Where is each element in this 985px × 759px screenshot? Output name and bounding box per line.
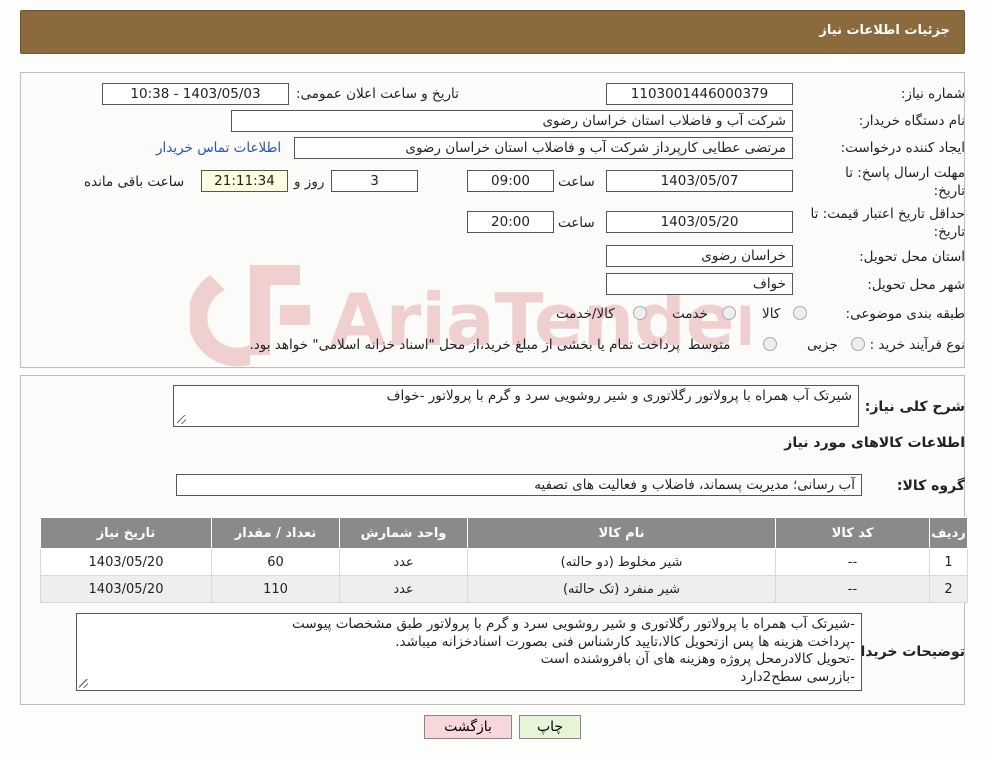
process-minor-label: جزیی (807, 337, 838, 353)
goods-code: -- (775, 575, 930, 603)
page-header: جزئیات اطلاعات نیاز (20, 10, 965, 54)
validity-label-1: حداقل تاریخ اعتبار قیمت: تا (810, 206, 965, 222)
validity-time-field: 20:00 (467, 211, 554, 233)
summary-label: شرح کلی نیاز: (864, 399, 965, 415)
goods-name: شیر مخلوط (دو حالته) (467, 548, 776, 576)
row-number: 1 (929, 548, 968, 576)
remaining-time-field: 21:11:34 (201, 170, 288, 192)
creator-field: مرتضی عطایی کارپرداز شرکت آب و فاضلاب اس… (294, 137, 793, 159)
announce-date-field: 1403/05/03 - 10:38 (102, 83, 289, 105)
process-medium-radio[interactable] (763, 337, 777, 351)
validity-time-label: ساعت (558, 215, 595, 231)
table-row: 1 -- شیر مخلوط (دو حالته) عدد 60 1403/05… (40, 548, 968, 576)
row-number: 2 (929, 575, 968, 603)
category-service-label: خدمت (672, 306, 708, 322)
table-row: 2 -- شیر منفرد (تک حالته) عدد 110 1403/0… (40, 575, 968, 603)
validity-label-2: تاریخ: (933, 224, 965, 240)
page-title: جزئیات اطلاعات نیاز (819, 23, 950, 38)
goods-group-field: آب رسانی؛ مدیریت پسماند، فاضلاب و فعالیت… (176, 474, 862, 496)
category-goods-radio[interactable] (793, 306, 807, 320)
unit: عدد (339, 575, 468, 603)
print-button[interactable]: چاپ (519, 715, 581, 739)
col-row-header: ردیف (929, 517, 968, 549)
buyer-note-line: -پرداخت هزینه ها پس ازتحویل کالا،تایید ک… (395, 633, 855, 650)
deadline-label-2: تاریخ: (933, 183, 965, 199)
buyer-note-line: -تحویل کالادرمحل پروژه وهزینه های آن باف… (540, 651, 855, 667)
province-label: استان محل تحویل: (859, 249, 965, 265)
need-number-label: شماره نیاز: (900, 86, 965, 102)
category-goods-label: کالا (762, 306, 781, 322)
days-label: روز و (294, 174, 325, 190)
deadline-label-1: مهلت ارسال پاسخ: تا (845, 165, 965, 181)
need-number-field: 1103001446000379 (606, 83, 793, 105)
quantity: 110 (211, 575, 340, 603)
col-date-header: تاریخ نیاز (40, 517, 212, 549)
days-remaining-field: 3 (331, 170, 418, 192)
city-field: خواف (606, 273, 793, 295)
deadline-time-field: 09:00 (467, 170, 554, 192)
announce-date-label: تاریخ و ساعت اعلان عمومی: (296, 86, 459, 102)
process-type-label: نوع فرآیند خرید : (869, 337, 965, 353)
summary-field: شیرتک آب همراه با پرولاتور رگلاتوری و شی… (173, 385, 859, 427)
buyer-note-line: -شیرتک آب همراه با پرولاتور رگلاتوری و ش… (292, 616, 855, 632)
goods-code: -- (775, 548, 930, 576)
col-qty-header: تعداد / مقدار (211, 517, 340, 549)
col-name-header: نام کالا (467, 517, 776, 549)
validity-date-field: 1403/05/20 (606, 211, 793, 233)
goods-info-title: اطلاعات کالاهای مورد نیاز (784, 435, 965, 451)
quantity: 60 (211, 548, 340, 576)
process-minor-radio[interactable] (851, 337, 865, 351)
col-code-header: کد کالا (775, 517, 930, 549)
unit: عدد (339, 548, 468, 576)
province-field: خراسان رضوی (606, 245, 793, 267)
back-button[interactable]: بازگشت (424, 715, 512, 739)
category-label: طبقه بندی موضوعی: (845, 306, 965, 322)
category-both-label: کالا/خدمت (556, 306, 615, 322)
buyer-note-line: -بازرسی سطح2دارد (740, 668, 855, 685)
city-label: شهر محل تحویل: (867, 277, 965, 293)
deadline-time-label: ساعت (558, 174, 595, 190)
buyer-org-label: نام دستگاه خریدار: (858, 113, 965, 129)
need-date: 1403/05/20 (40, 548, 212, 576)
goods-group-label: گروه کالا: (896, 478, 965, 494)
payment-note: پرداخت تمام یا بخشی از مبلغ خرید،از محل … (249, 337, 680, 353)
col-unit-header: واحد شمارش (339, 517, 468, 549)
buyer-notes-field: -شیرتک آب همراه با پرولاتور رگلاتوری و ش… (76, 613, 862, 691)
category-service-radio[interactable] (722, 306, 736, 320)
category-both-radio[interactable] (633, 306, 647, 320)
need-date: 1403/05/20 (40, 575, 212, 603)
buyer-org-field: شرکت آب و فاضلاب استان خراسان رضوی (231, 110, 793, 132)
creator-label: ایجاد کننده درخواست: (840, 140, 965, 156)
buyer-notes-resize-handle[interactable] (79, 679, 88, 688)
goods-table: ردیف کد کالا نام کالا واحد شمارش تعداد /… (40, 517, 968, 603)
goods-table-header-row: ردیف کد کالا نام کالا واحد شمارش تعداد /… (40, 517, 968, 549)
goods-name: شیر منفرد (تک حالته) (467, 575, 776, 603)
buyer-notes-label: توضیحات خریدار: (846, 644, 965, 660)
deadline-date-field: 1403/05/07 (606, 170, 793, 192)
process-medium-label: متوسط (688, 337, 731, 353)
remaining-time-label: ساعت باقی مانده (84, 174, 185, 190)
summary-resize-handle[interactable] (175, 414, 187, 426)
buyer-contact-link[interactable]: اطلاعات تماس خریدار (156, 140, 281, 156)
